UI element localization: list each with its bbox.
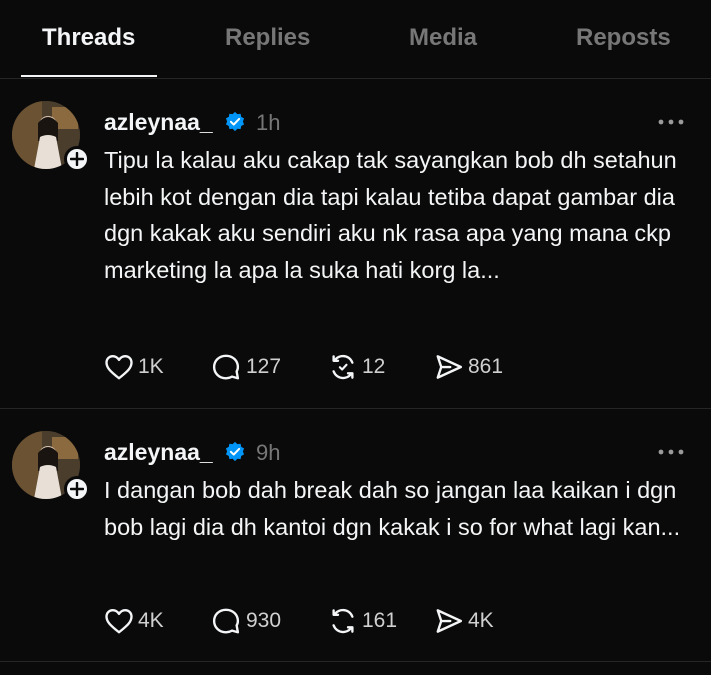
avatar[interactable] — [12, 431, 90, 502]
reply-button[interactable]: 127 — [210, 352, 281, 382]
active-tab-indicator — [21, 75, 157, 77]
post-actions: 4K 930 161 4K — [104, 606, 604, 636]
follow-plus-icon[interactable] — [64, 476, 90, 502]
post-text: Tipu la kalau aku cakap tak sayangkan bo… — [104, 147, 677, 283]
repost-icon — [332, 608, 354, 634]
comment-icon — [212, 608, 240, 634]
comment-icon — [212, 354, 240, 380]
repost-icon — [332, 354, 354, 380]
post-actions: 1K 127 12 861 — [104, 352, 604, 382]
post-divider — [0, 661, 711, 662]
share-icon — [436, 355, 463, 379]
more-options-icon[interactable] — [656, 447, 686, 457]
username[interactable]: azleynaa_ — [104, 439, 213, 466]
username[interactable]: azleynaa_ — [104, 109, 213, 136]
heart-icon — [105, 608, 133, 634]
like-button[interactable]: 1K — [104, 352, 164, 382]
post-timestamp: 9h — [256, 440, 281, 465]
thread-post[interactable]: azleynaa_ 1h Tipu la kalau aku cakap tak… — [0, 79, 711, 408]
verified-badge-icon — [225, 111, 245, 132]
like-count: 1K — [138, 355, 164, 378]
tab-threads[interactable]: Threads — [42, 24, 135, 52]
reply-count: 127 — [246, 355, 282, 378]
post-text: I dangan bob dah break dah so jangan laa… — [104, 477, 681, 540]
reply-button[interactable]: 930 — [210, 606, 281, 636]
repost-count: 12 — [362, 355, 386, 378]
share-icon — [436, 609, 463, 633]
tab-reposts[interactable]: Reposts — [576, 24, 671, 52]
more-options-icon[interactable] — [656, 117, 686, 127]
repost-count: 161 — [362, 609, 398, 632]
like-button[interactable]: 4K — [104, 606, 164, 636]
avatar[interactable] — [12, 101, 90, 172]
repost-button[interactable]: 161 — [328, 606, 397, 636]
verified-badge-icon — [225, 441, 245, 462]
repost-button[interactable]: 12 — [328, 352, 385, 382]
follow-plus-icon[interactable] — [64, 146, 90, 172]
share-button[interactable]: 4K — [434, 606, 494, 636]
share-count: 4K — [468, 609, 494, 632]
like-count: 4K — [138, 609, 164, 632]
share-button[interactable]: 861 — [434, 352, 503, 382]
share-count: 861 — [468, 355, 504, 378]
heart-icon — [105, 354, 133, 380]
profile-tabs: Threads Replies Media Reposts — [0, 0, 711, 79]
tab-media[interactable]: Media — [409, 24, 477, 52]
tab-replies[interactable]: Replies — [225, 24, 310, 52]
thread-post[interactable]: azleynaa_ 9h I dangan bob dah break dah … — [0, 409, 711, 661]
post-timestamp: 1h — [256, 110, 281, 135]
reply-count: 930 — [246, 609, 282, 632]
